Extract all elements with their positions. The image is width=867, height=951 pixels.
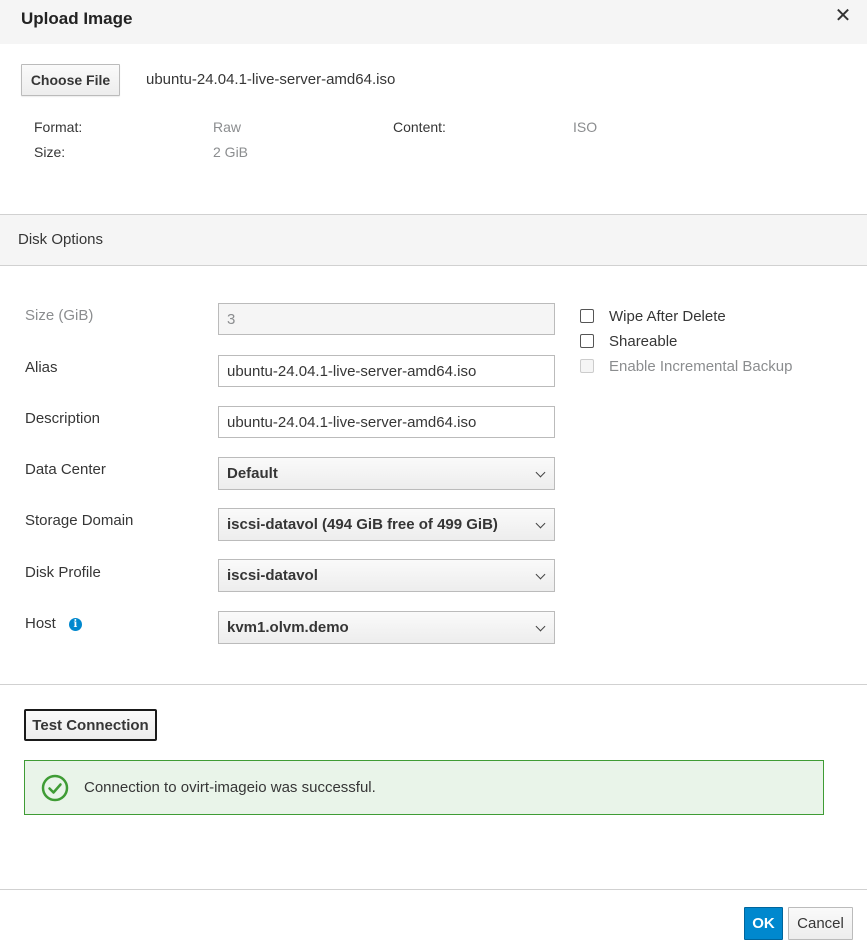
selected-filename: ubuntu-24.04.1-live-server-amd64.iso [146,71,396,88]
choose-file-button[interactable]: Choose File [21,64,120,96]
storage-domain-label: Storage Domain [25,512,134,529]
format-value: Raw [213,119,242,135]
host-label-row: Host i [25,615,82,632]
close-icon[interactable]: ✕ [833,5,853,27]
size-input [218,303,555,335]
content-value: ISO [573,119,598,135]
connection-success-alert: Connection to ovirt-imageio was successf… [24,760,824,815]
description-label: Description [25,410,101,427]
disk-profile-label: Disk Profile [25,564,101,581]
footer-divider [0,889,867,890]
dialog-header: Upload Image ✕ [0,0,867,44]
alias-label: Alias [25,359,58,376]
section-title: Disk Options [18,231,104,248]
host-select[interactable]: kvm1.olvm.demo [218,611,555,644]
data-center-value: Default [227,465,278,482]
shareable-label: Shareable [609,332,678,350]
size-field-label: Size (GiB) [25,307,94,324]
incremental-backup-label: Enable Incremental Backup [609,357,793,375]
test-connection-button[interactable]: Test Connection [24,709,157,741]
host-label: Host [25,615,56,632]
shareable-row[interactable]: Shareable [580,331,677,351]
data-center-select[interactable]: Default [218,457,555,490]
disk-options-section: Disk Options [0,214,867,266]
wipe-after-delete-checkbox[interactable] [580,309,594,323]
disk-profile-value: iscsi-datavol [227,567,318,584]
ok-button[interactable]: OK [744,907,783,940]
connection-status-message: Connection to ovirt-imageio was successf… [84,779,376,796]
chevron-down-icon [535,518,546,529]
chevron-down-icon [535,621,546,632]
size-label: Size: [34,144,66,160]
alias-input[interactable] [218,355,555,387]
info-icon[interactable]: i [68,618,82,631]
wipe-after-delete-row[interactable]: Wipe After Delete [580,306,726,326]
data-center-label: Data Center [25,461,106,478]
chevron-down-icon [535,467,546,478]
check-circle-icon [41,774,69,801]
disk-profile-select[interactable]: iscsi-datavol [218,559,555,592]
cancel-button[interactable]: Cancel [788,907,853,940]
size-value: 2 GiB [213,144,249,160]
storage-domain-select[interactable]: iscsi-datavol (494 GiB free of 499 GiB) [218,508,555,541]
shareable-checkbox[interactable] [580,334,594,348]
storage-domain-value: iscsi-datavol (494 GiB free of 499 GiB) [227,516,498,533]
host-value: kvm1.olvm.demo [227,619,349,636]
section-divider [0,684,867,685]
content-label: Content: [393,119,446,135]
wipe-after-delete-label: Wipe After Delete [609,307,726,325]
incremental-backup-checkbox [580,359,594,373]
format-label: Format: [34,119,83,135]
incremental-backup-row: Enable Incremental Backup [580,356,792,376]
description-input[interactable] [218,406,555,438]
dialog-title: Upload Image [21,9,133,28]
chevron-down-icon [535,569,546,580]
